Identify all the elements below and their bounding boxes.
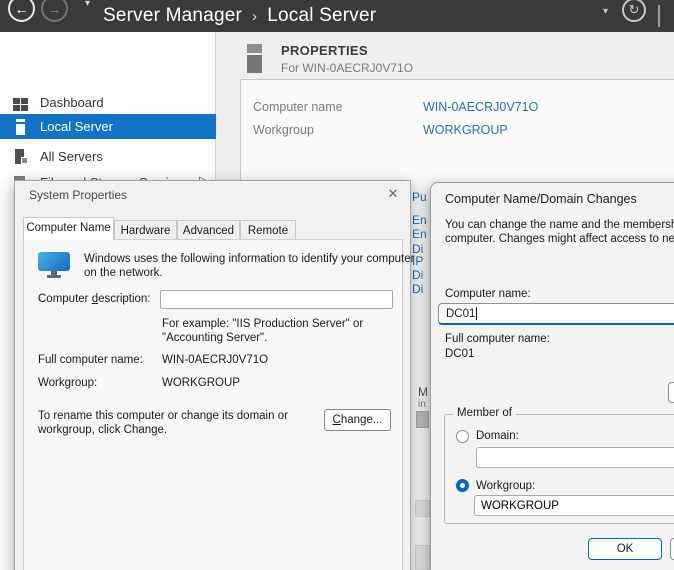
system-properties-dialog: System Properties ✕ Computer Name Hardwa… xyxy=(14,180,411,570)
workgroup-value: WORKGROUP xyxy=(162,377,240,389)
text-cursor xyxy=(476,307,477,320)
example-text: For example: "IIS Production Server" or xyxy=(162,318,363,330)
example-text: "Accounting Server". xyxy=(162,332,267,344)
property-label: Computer name xyxy=(253,100,343,114)
sidebar-item-label: All Servers xyxy=(40,149,103,164)
computer-description-label: Computer description: xyxy=(38,293,151,305)
properties-subheading: For WIN-0AECRJ0V71O xyxy=(281,61,413,75)
server-tile-icon xyxy=(247,44,262,73)
clipped-block xyxy=(415,500,430,517)
tab-computer-name[interactable]: Computer Name xyxy=(23,217,114,240)
breadcrumb-root[interactable]: Server Manager xyxy=(103,5,242,27)
workgroup-radio[interactable] xyxy=(456,479,469,492)
sidebar-item-dashboard[interactable]: Dashboard xyxy=(0,90,216,115)
clipped-link[interactable]: IP xyxy=(412,254,430,268)
intro-text: on the network. xyxy=(84,267,163,279)
refresh-icon[interactable]: ↻ xyxy=(622,0,646,22)
computer-name-link[interactable]: WIN-0AECRJ0V71O xyxy=(423,100,538,114)
scrollbar-thumb[interactable] xyxy=(416,411,429,428)
computer-name-label: Computer name: xyxy=(445,288,531,300)
dashboard-icon xyxy=(13,96,29,112)
intro-text: Windows uses the following information t… xyxy=(84,253,414,265)
server-icon xyxy=(13,119,29,135)
rename-hint-text: To rename this computer or change its do… xyxy=(38,410,288,422)
full-computer-name-value: DC01 xyxy=(445,348,474,360)
domain-radio[interactable] xyxy=(456,430,469,443)
workgroup-link[interactable]: WORKGROUP xyxy=(423,123,508,137)
clipped-link[interactable]: Di xyxy=(412,282,430,296)
back-button[interactable]: ← xyxy=(8,0,35,22)
workgroup-radio-label[interactable]: Workgroup: xyxy=(476,480,535,492)
background-clipped-strip: Pu En En Di IP Di Di M in xyxy=(410,183,430,570)
clipped-link[interactable]: En xyxy=(412,213,430,227)
clipped-link[interactable]: En xyxy=(412,227,430,241)
close-icon[interactable]: ✕ xyxy=(384,186,402,204)
dialog-body-text: You can change the name and the membersh… xyxy=(445,219,674,231)
sidebar-item-all-servers[interactable]: All Servers xyxy=(0,144,216,169)
breadcrumb-separator-icon: › xyxy=(252,8,257,25)
nav-history-caret-icon[interactable]: ▾ xyxy=(85,0,90,9)
domain-changes-dialog: Computer Name/Domain Changes You can cha… xyxy=(430,182,674,570)
servers-icon xyxy=(13,149,29,165)
change-button[interactable]: Change... xyxy=(324,409,391,431)
workgroup-label: Workgroup: xyxy=(38,377,97,389)
monitor-icon xyxy=(38,252,70,279)
rename-hint-text: workgroup, click Change. xyxy=(38,424,167,436)
full-computer-name-value: WIN-0AECRJ0V71O xyxy=(162,354,268,366)
forward-button[interactable]: → xyxy=(41,0,68,22)
full-computer-name-label: Full computer name: xyxy=(38,354,143,366)
domain-radio-label[interactable]: Domain: xyxy=(476,430,519,442)
tools-caret-icon[interactable]: ▾ xyxy=(603,6,608,17)
full-computer-name-label: Full computer name: xyxy=(445,333,550,345)
titlebar: ← → ▾ Server Manager › Local Server ▾ ↻ xyxy=(0,0,674,32)
breadcrumb: Server Manager › Local Server xyxy=(103,0,376,32)
more-button[interactable] xyxy=(668,382,674,403)
clipped-text: M xyxy=(418,385,428,399)
dialog-body-text: computer. Changes might affect access to… xyxy=(445,233,674,245)
member-of-label: Member of xyxy=(453,407,516,419)
dialog-title: System Properties xyxy=(29,188,127,202)
computer-name-input[interactable]: DC01 xyxy=(438,303,674,325)
ok-button[interactable]: OK xyxy=(588,538,662,560)
tab-remote[interactable]: Remote xyxy=(240,220,296,240)
dialog-title: Computer Name/Domain Changes xyxy=(445,192,637,206)
clipped-text: in xyxy=(418,399,426,410)
sidebar-item-local-server[interactable]: Local Server xyxy=(0,114,216,139)
sidebar-item-label: Dashboard xyxy=(40,95,104,110)
property-label: Workgroup xyxy=(253,123,314,137)
computer-name-tab-page: Windows uses the following information t… xyxy=(23,239,403,570)
domain-input[interactable] xyxy=(476,447,674,468)
titlebar-separator xyxy=(658,5,660,27)
clipped-block xyxy=(415,545,430,570)
properties-heading: PROPERTIES xyxy=(281,43,368,58)
cancel-button[interactable] xyxy=(670,538,674,560)
tab-advanced[interactable]: Advanced xyxy=(177,220,240,240)
clipped-link[interactable]: Di xyxy=(412,268,430,282)
workgroup-input[interactable] xyxy=(474,495,674,516)
breadcrumb-current[interactable]: Local Server xyxy=(267,5,376,27)
clipped-link[interactable]: Pu xyxy=(412,190,430,204)
computer-description-input[interactable] xyxy=(160,290,393,309)
sidebar-item-label: Local Server xyxy=(40,119,113,134)
tab-hardware[interactable]: Hardware xyxy=(114,220,177,240)
